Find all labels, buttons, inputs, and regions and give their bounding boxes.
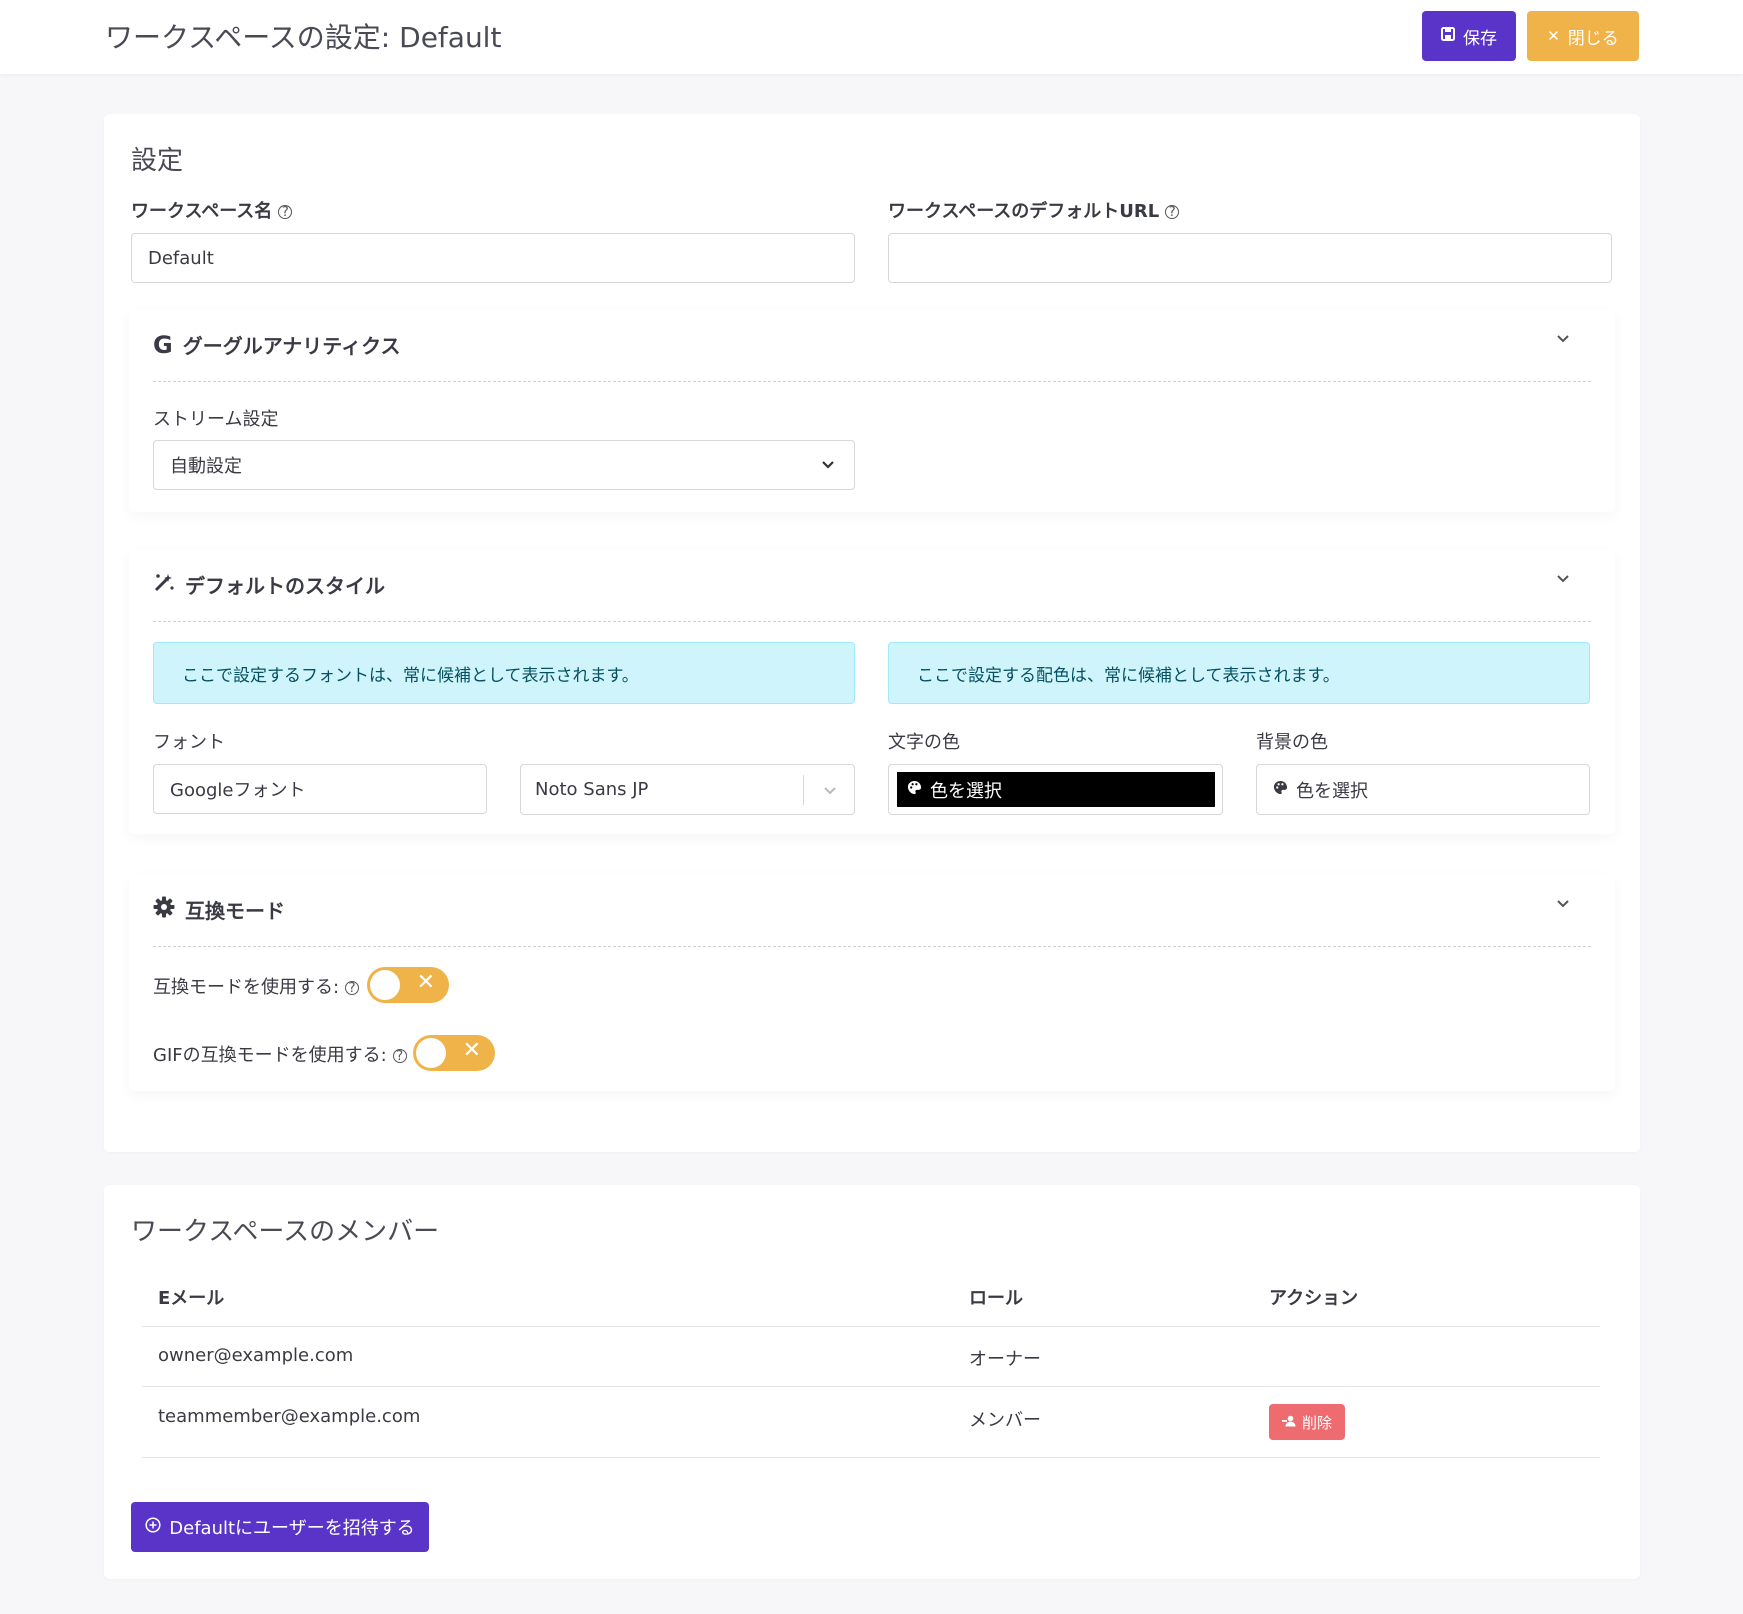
default-style-title: デフォルトのスタイル [185, 574, 385, 598]
font-source-select[interactable]: Googleフォント [153, 764, 487, 814]
bg-color-picker[interactable]: 色を選択 [1256, 764, 1590, 815]
chevron-down-icon[interactable] [1555, 570, 1571, 590]
text-color-picker[interactable]: 色を選択 [897, 772, 1215, 807]
bg-color-label: 背景の色 [1256, 732, 1328, 753]
page-title: ワークスペースの設定: Default [105, 21, 502, 54]
use-gif-compat-toggle[interactable]: ✕ [413, 1035, 495, 1071]
table-row-email: teammember@example.com [158, 1406, 421, 1427]
members-title: ワークスペースのメンバー [131, 1217, 440, 1247]
invite-user-button[interactable]: Defaultにユーザーを招待する [131, 1502, 429, 1552]
help-icon[interactable]: ? [345, 981, 360, 996]
gear-icon [153, 896, 175, 923]
bg-color-value: 色を選択 [1296, 780, 1368, 802]
table-divider [142, 1457, 1600, 1458]
palette-icon [1273, 779, 1288, 800]
user-remove-icon [1281, 1413, 1296, 1431]
toggle-knob [370, 970, 400, 1000]
palette-icon [907, 779, 922, 800]
google-analytics-panel: G グーグルアナリティクス ストリーム設定 自動設定 [129, 310, 1615, 512]
panel-divider [153, 621, 1591, 622]
table-row-role: メンバー [969, 1410, 1041, 1431]
google-analytics-header[interactable]: G グーグルアナリティクス [153, 330, 401, 359]
panel-divider [153, 381, 1591, 382]
table-row-role: オーナー [969, 1349, 1041, 1370]
font-label: フォント [153, 732, 225, 753]
default-url-label-text: ワークスペースのデフォルトURL [888, 201, 1160, 222]
panel-divider [153, 946, 1591, 947]
table-divider [142, 1326, 1600, 1327]
font-family-value: Noto Sans JP [535, 779, 649, 800]
workspace-name-label-text: ワークスペース名 [131, 201, 273, 222]
use-compat-toggle[interactable]: ✕ [367, 967, 449, 1003]
google-icon: G [153, 330, 173, 359]
stream-setting-label: ストリーム設定 [153, 409, 279, 430]
compat-mode-title: 互換モード [185, 899, 285, 923]
color-info-alert: ここで設定する配色は、常に候補として表示されます。 [888, 642, 1590, 704]
close-button-label: 閉じる [1567, 28, 1619, 48]
use-compat-label-text: 互換モードを使用する: [153, 977, 340, 998]
stream-setting-select[interactable]: 自動設定 [153, 440, 855, 490]
chevron-down-icon [820, 456, 836, 477]
use-gif-compat-label: GIFの互換モードを使用する:? [153, 1041, 407, 1067]
settings-title: 設定 [131, 146, 184, 176]
help-icon[interactable]: ? [278, 205, 293, 220]
magic-wand-icon [153, 571, 175, 598]
chevron-down-icon [822, 782, 838, 803]
save-button[interactable]: 保存 [1422, 11, 1516, 61]
use-gif-compat-label-text: GIFの互換モードを使用する: [153, 1045, 387, 1066]
text-color-value: 色を選択 [930, 780, 1002, 802]
default-url-label: ワークスペースのデフォルトURL? [888, 197, 1180, 223]
close-icon: ✕ [1547, 28, 1560, 45]
close-icon: ✕ [462, 1038, 481, 1063]
use-compat-label: 互換モードを使用する:? [153, 973, 360, 999]
default-style-header[interactable]: デフォルトのスタイル [153, 570, 385, 599]
help-icon[interactable]: ? [1165, 205, 1180, 220]
table-row-email: owner@example.com [158, 1345, 354, 1366]
chevron-down-icon[interactable] [1555, 330, 1571, 350]
top-bar: ワークスペースの設定: Default 保存 ✕ 閉じる [0, 0, 1743, 74]
delete-member-button[interactable]: 削除 [1269, 1404, 1345, 1440]
chevron-down-icon[interactable] [1555, 895, 1571, 915]
close-button[interactable]: ✕ 閉じる [1527, 11, 1639, 61]
compat-mode-header[interactable]: 互換モード [153, 895, 285, 924]
save-button-label: 保存 [1463, 28, 1497, 48]
workspace-name-label: ワークスペース名? [131, 197, 293, 223]
plus-circle-icon [145, 1516, 161, 1538]
close-icon: ✕ [416, 970, 435, 995]
font-info-alert: ここで設定するフォントは、常に候補として表示されます。 [153, 642, 855, 704]
invite-user-label: Defaultにユーザーを招待する [169, 1518, 415, 1539]
font-family-select[interactable]: Noto Sans JP [520, 764, 855, 815]
floppy-disk-icon [1441, 27, 1455, 45]
column-header-email: Eメール [158, 1288, 225, 1309]
text-color-label: 文字の色 [888, 732, 960, 753]
stream-setting-value: 自動設定 [170, 456, 242, 477]
column-header-action: アクション [1269, 1288, 1359, 1309]
toggle-knob [416, 1038, 446, 1068]
google-analytics-title: グーグルアナリティクス [182, 334, 401, 358]
help-icon[interactable]: ? [392, 1049, 407, 1064]
table-divider [142, 1386, 1600, 1387]
delete-member-label: 削除 [1301, 1413, 1332, 1432]
workspace-name-input[interactable]: Default [131, 233, 855, 283]
select-separator [803, 775, 804, 805]
column-header-role: ロール [969, 1288, 1023, 1309]
default-url-input[interactable] [888, 233, 1612, 283]
